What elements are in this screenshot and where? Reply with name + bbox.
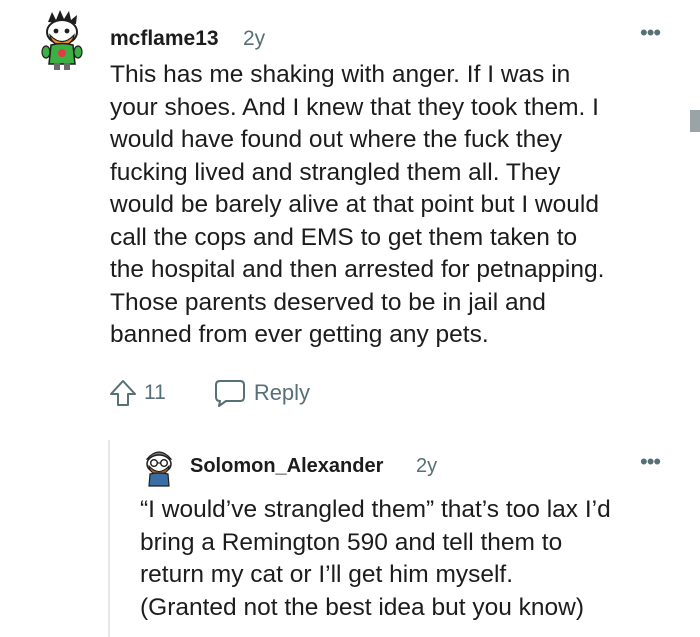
comment-body: “I would’ve strangled them” that’s too l…: [140, 496, 611, 621]
overflow-menu-icon[interactable]: •••: [640, 22, 661, 44]
username[interactable]: mcflame13: [110, 27, 219, 51]
upvote-button[interactable]: 11: [108, 378, 166, 408]
reply-comment: Solomon_Alexander 2y ••• “I would’ve str…: [0, 430, 700, 637]
comment-age: 2y: [416, 455, 438, 477]
speech-bubble-icon: [214, 380, 245, 407]
comment-age: 2y: [243, 27, 266, 50]
vote-count: 11: [144, 381, 166, 404]
upvote-arrow-icon: [110, 380, 136, 406]
user-avatar[interactable]: [141, 447, 177, 487]
overflow-menu-icon[interactable]: •••: [640, 451, 661, 473]
username[interactable]: Solomon_Alexander: [190, 455, 383, 478]
snoo-avatar-icon: [145, 451, 173, 487]
user-avatar[interactable]: [36, 8, 88, 72]
comment: mcflame13 2y ••• This has me shaking wit…: [0, 0, 700, 430]
comment-body: This has me shaking with anger. If I was…: [110, 61, 605, 348]
snoo-avatar-icon: [41, 10, 83, 70]
comment-actions: 11 Reply: [108, 375, 310, 411]
scrollbar-thumb[interactable]: [690, 110, 700, 132]
reply-button[interactable]: Reply: [214, 378, 310, 408]
reply-label: Reply: [253, 380, 311, 405]
